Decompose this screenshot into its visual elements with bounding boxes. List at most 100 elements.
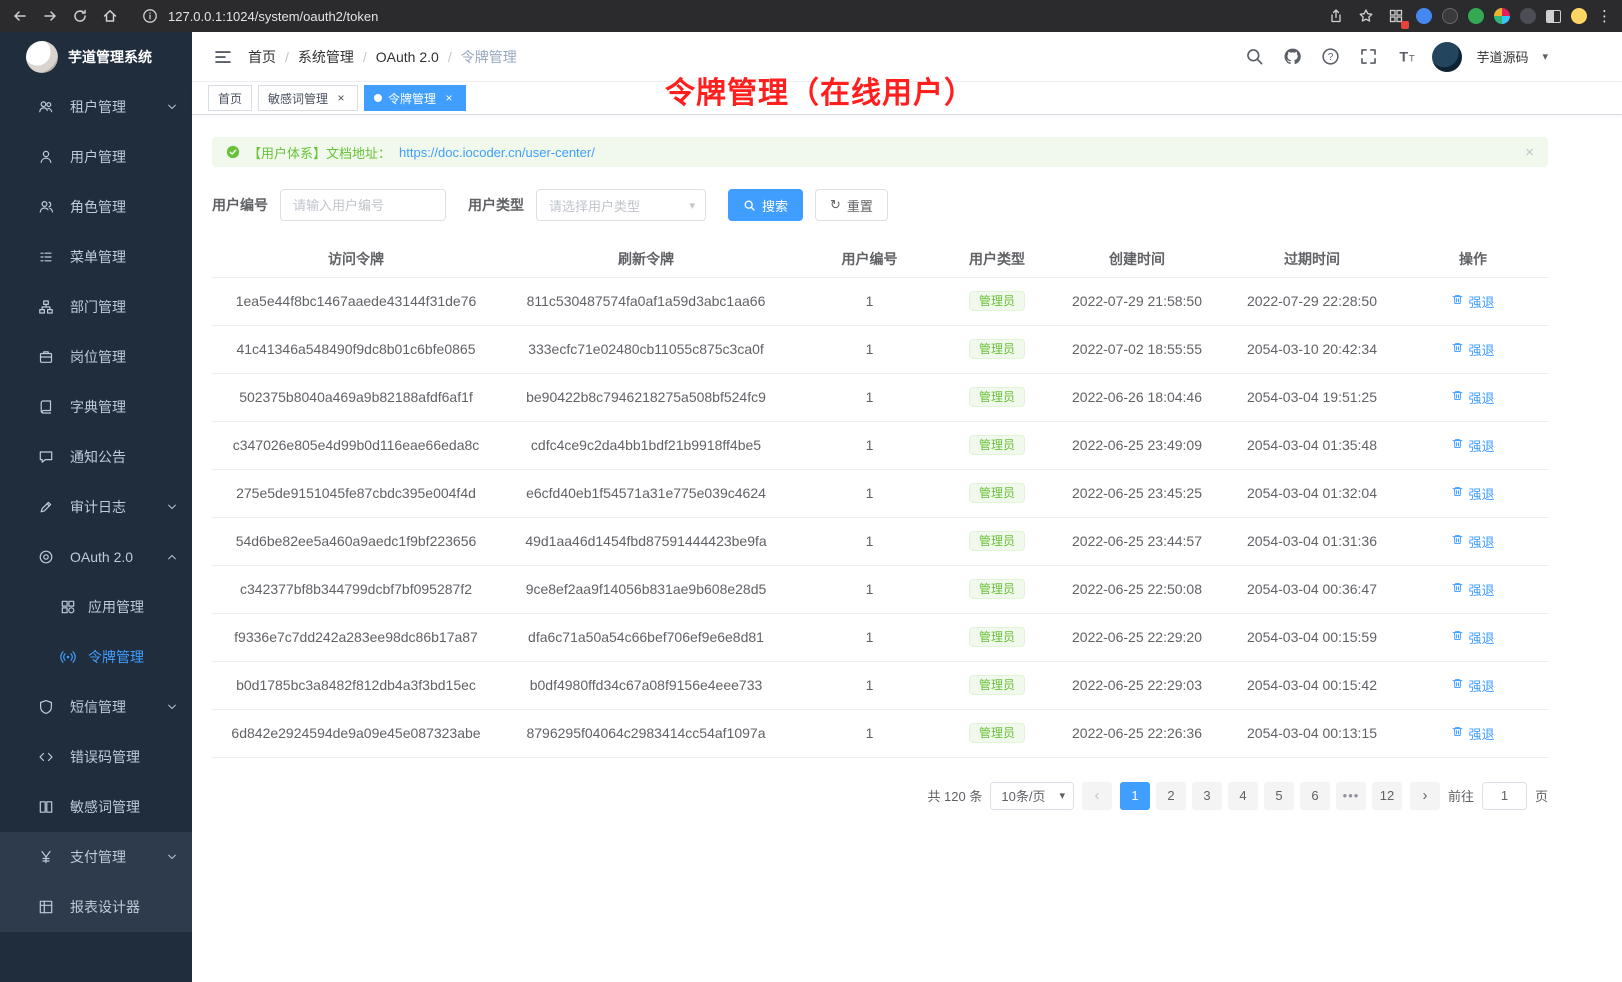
extension-blue-icon[interactable] (1416, 8, 1432, 24)
force-logout-button[interactable]: 强退 (1451, 724, 1494, 743)
sidebar-item-log[interactable]: 审计日志 (0, 482, 192, 532)
bookmark-star-icon[interactable] (1356, 6, 1376, 26)
address-bar[interactable]: 127.0.0.1:1024/system/oauth2/token (130, 4, 1316, 28)
alert-doc-link[interactable]: https://doc.iocoder.cn/user-center/ (399, 145, 595, 160)
trash-icon (1451, 341, 1464, 357)
tab-敏感词管理[interactable]: 敏感词管理× (258, 85, 358, 111)
user-avatar[interactable] (1432, 42, 1462, 72)
sms-icon (38, 699, 54, 715)
search-button[interactable]: 搜索 (728, 189, 803, 221)
extension-badge (1401, 21, 1409, 29)
help-icon[interactable]: ? (1318, 45, 1342, 69)
sidebar-item-dept[interactable]: 部门管理 (0, 282, 192, 332)
breadcrumb-item[interactable]: 系统管理 (298, 47, 354, 67)
reset-icon: ↻ (830, 197, 841, 213)
sidebar-item-label: 支付管理 (70, 847, 126, 867)
page-info-icon[interactable] (140, 6, 160, 26)
prev-page-button[interactable]: ‹ (1082, 782, 1112, 810)
tab-close-icon[interactable]: × (334, 91, 348, 105)
tab-令牌管理[interactable]: 令牌管理× (364, 85, 466, 111)
user-id-cell: 1 (792, 565, 947, 613)
token-row: 41c41346a548490f9dc8b01c6bfe0865333ecfc7… (212, 325, 1549, 373)
page-number-5[interactable]: 5 (1264, 782, 1294, 810)
tab-首页[interactable]: 首页 (208, 85, 252, 111)
sidebar-item-role[interactable]: 角色管理 (0, 182, 192, 232)
sidebar-item-label: 应用管理 (88, 597, 144, 617)
tab-close-icon[interactable]: × (442, 91, 456, 105)
trash-icon (1451, 437, 1464, 453)
extension-slack-icon[interactable] (1494, 8, 1510, 24)
expire-time-cell: 2054-03-04 01:31:36 (1227, 517, 1397, 565)
page-number-6[interactable]: 6 (1300, 782, 1330, 810)
app-logo-row[interactable]: 芋道管理系统 (0, 32, 192, 82)
access-token-cell: b0d1785bc3a8482f812db4a3f3bd15ec (212, 661, 500, 709)
sidebar-item-users[interactable]: 租户管理 (0, 82, 192, 132)
breadcrumb-item[interactable]: 首页 (248, 47, 276, 67)
force-logout-button[interactable]: 强退 (1451, 388, 1494, 407)
sidebar-item-app[interactable]: 应用管理 (0, 582, 192, 632)
force-logout-button[interactable]: 强退 (1451, 580, 1494, 599)
browser-back-icon[interactable] (10, 6, 30, 26)
browser-menu-icon[interactable]: ⋮ (1597, 7, 1612, 25)
force-logout-button[interactable]: 强退 (1451, 436, 1494, 455)
breadcrumb-item[interactable]: OAuth 2.0 (376, 49, 439, 65)
sidebar-item-post[interactable]: 岗位管理 (0, 332, 192, 382)
fullscreen-icon[interactable] (1356, 45, 1380, 69)
split-screen-icon[interactable] (1546, 10, 1561, 23)
user-name[interactable]: 芋道源码 (1476, 47, 1528, 66)
sidebar-item-menu[interactable]: 菜单管理 (0, 232, 192, 282)
sidebar-item-oauth[interactable]: OAuth 2.0 (0, 532, 192, 582)
user-menu-caret-icon[interactable]: ▾ (1542, 50, 1548, 63)
next-page-button[interactable]: › (1410, 782, 1440, 810)
force-logout-label: 强退 (1468, 532, 1494, 551)
force-logout-button[interactable]: 强退 (1451, 628, 1494, 647)
pay-icon (38, 849, 54, 865)
goto-page-input[interactable] (1482, 782, 1527, 810)
sidebar-item-notice[interactable]: 通知公告 (0, 432, 192, 482)
force-logout-button[interactable]: 强退 (1451, 532, 1494, 551)
page-number-1[interactable]: 1 (1120, 782, 1150, 810)
trash-icon (1451, 629, 1464, 645)
search-icon[interactable] (1242, 45, 1266, 69)
browser-home-icon[interactable] (100, 6, 120, 26)
browser-reload-icon[interactable] (70, 6, 90, 26)
user-id-cell: 1 (792, 277, 947, 325)
extensions-icon[interactable] (1386, 6, 1406, 26)
trash-icon (1451, 677, 1464, 693)
sidebar-item-user[interactable]: 用户管理 (0, 132, 192, 182)
sidebar-item-dict[interactable]: 字典管理 (0, 382, 192, 432)
page-size-select[interactable]: 10条/页 ▾ (990, 782, 1074, 810)
user-id-input[interactable] (280, 189, 446, 221)
page-number-4[interactable]: 4 (1228, 782, 1258, 810)
github-icon[interactable] (1280, 45, 1304, 69)
errcode-icon (38, 749, 54, 765)
force-logout-button[interactable]: 强退 (1451, 340, 1494, 359)
reset-button-label: 重置 (847, 196, 873, 215)
force-logout-button[interactable]: 强退 (1451, 676, 1494, 695)
font-size-icon[interactable]: TT (1394, 45, 1418, 69)
share-icon[interactable] (1326, 6, 1346, 26)
extension-dark-icon[interactable] (1442, 8, 1458, 24)
page-number-12[interactable]: 12 (1372, 782, 1402, 810)
extension-paw-icon[interactable] (1520, 8, 1536, 24)
sidebar-item-pay[interactable]: 支付管理 (0, 832, 192, 882)
sidebar-item-sensitive[interactable]: 敏感词管理 (0, 782, 192, 832)
page-ellipsis[interactable]: ••• (1336, 782, 1366, 810)
force-logout-button[interactable]: 强退 (1451, 484, 1494, 503)
alert-close-icon[interactable]: × (1525, 144, 1534, 161)
sidebar-item-report[interactable]: 报表设计器 (0, 882, 192, 932)
sidebar-item-errcode[interactable]: 错误码管理 (0, 732, 192, 782)
page-number-3[interactable]: 3 (1192, 782, 1222, 810)
page-number-2[interactable]: 2 (1156, 782, 1186, 810)
browser-forward-icon[interactable] (40, 6, 60, 26)
profile-avatar-icon[interactable] (1571, 8, 1587, 24)
sidebar-item-sms[interactable]: 短信管理 (0, 682, 192, 732)
force-logout-button[interactable]: 强退 (1451, 292, 1494, 311)
reset-button[interactable]: ↻ 重置 (815, 189, 888, 221)
user-type-tag: 管理员 (969, 723, 1025, 743)
user-type-select[interactable]: 请选择用户类型 ▾ (536, 189, 706, 221)
sidebar-item-token[interactable]: 令牌管理 (0, 632, 192, 682)
extension-green-icon[interactable] (1468, 8, 1484, 24)
collapse-menu-icon[interactable] (206, 40, 240, 74)
tabs-bar: 首页敏感词管理×令牌管理× (192, 82, 1622, 115)
